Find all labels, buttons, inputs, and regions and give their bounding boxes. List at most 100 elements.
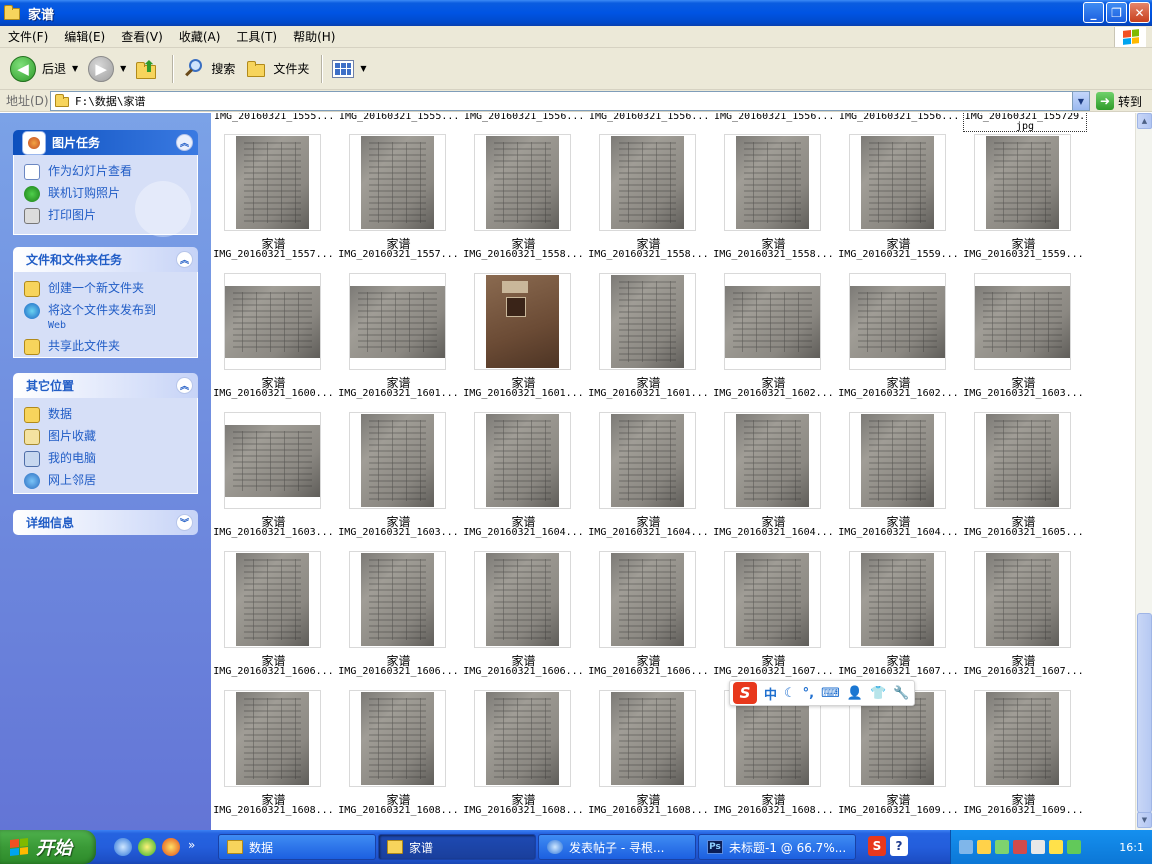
ime-toolbar[interactable]: S 中 ☾ °, ⌨ 👤 👕 🔧 <box>729 680 915 706</box>
picture-tasks-header[interactable]: 图片任务 ︽ <box>13 130 198 155</box>
menu-tools[interactable]: 工具(T) <box>228 28 285 45</box>
image-thumbnail[interactable]: 家谱 IMG_20160321_1608... <box>211 690 336 829</box>
image-thumbnail[interactable]: 家谱 IMG_20160321_1606... <box>211 551 336 690</box>
taskbar-button-photoshop[interactable]: Ps 未标题-1 @ 66.7%... <box>698 834 856 860</box>
ime-mode[interactable]: 中 <box>764 684 777 703</box>
image-thumbnail[interactable]: 家谱 IMG_20160321_1608... <box>586 690 711 829</box>
menu-view[interactable]: 查看(V) <box>113 28 171 45</box>
collapse-icon[interactable]: ︽ <box>176 134 193 151</box>
taskbar-button-browser[interactable]: 发表帖子 - 寻根... <box>538 834 696 860</box>
image-thumbnail[interactable]: 家谱 IMG_20160321_1604... <box>461 412 586 551</box>
image-thumbnail[interactable]: 家谱 IMG_20160321_1559... <box>961 134 1086 273</box>
up-button[interactable]: ⬆ <box>132 52 164 86</box>
image-thumbnail[interactable]: 家谱 IMG_20160321_1604... <box>586 412 711 551</box>
place-my-computer[interactable]: 我的电脑 <box>24 451 187 467</box>
user-icon[interactable]: 👤 <box>847 686 863 701</box>
task-slideshow[interactable]: 作为幻灯片查看 <box>24 164 187 180</box>
image-thumbnail[interactable]: 家谱 IMG_20160321_1605... <box>961 412 1086 551</box>
image-thumbnail[interactable]: 家谱 IMG_20160321_1557... <box>336 134 461 273</box>
views-dropdown-icon[interactable]: ▼ <box>360 64 366 73</box>
tray-icon[interactable] <box>959 840 973 854</box>
image-thumbnail[interactable]: 家谱 IMG_20160321_1602... <box>836 273 961 412</box>
image-thumbnail[interactable]: 家谱 IMG_20160321_1557... <box>211 134 336 273</box>
task-publish-web[interactable]: 将这个文件夹发布到 Web <box>24 303 187 333</box>
quick-launch-more-icon[interactable]: » <box>188 838 195 856</box>
image-thumbnail[interactable]: 家谱 IMG_20160321_1608... <box>711 690 836 829</box>
file-view[interactable]: IMG_20160321_1555... IMG_20160321_1555...… <box>211 113 1135 830</box>
image-thumbnail[interactable]: 家谱 IMG_20160321_1600... <box>211 273 336 412</box>
selected-file-caption[interactable]: IMG_20160321_155729. jpg <box>963 113 1087 132</box>
file-caption[interactable]: IMG_20160321_1556... <box>839 113 959 122</box>
image-thumbnail[interactable]: 家谱 IMG_20160321_1603... <box>211 412 336 551</box>
task-share-folder[interactable]: 共享此文件夹 <box>24 339 187 355</box>
place-data[interactable]: 数据 <box>24 407 187 423</box>
vertical-scrollbar[interactable]: ▲ ▼ <box>1135 113 1152 830</box>
taskbar-button-data[interactable]: 数据 <box>218 834 376 860</box>
tray-icon[interactable] <box>1067 840 1081 854</box>
file-caption[interactable]: IMG_20160321_1556... <box>714 113 834 122</box>
start-button[interactable]: 开始 <box>0 830 96 864</box>
forward-dropdown-icon[interactable]: ▼ <box>120 64 126 73</box>
views-button[interactable]: ▼ <box>328 52 370 86</box>
image-thumbnail[interactable]: 家谱 IMG_20160321_1601... <box>461 273 586 412</box>
menu-help[interactable]: 帮助(H) <box>285 28 343 45</box>
expand-icon[interactable]: ︾ <box>176 514 193 531</box>
scroll-up-icon[interactable]: ▲ <box>1137 113 1152 129</box>
media-icon[interactable] <box>138 838 156 856</box>
image-thumbnail[interactable]: 家谱 IMG_20160321_1606... <box>461 551 586 690</box>
network-icon[interactable] <box>1031 840 1045 854</box>
tray-icon[interactable] <box>1013 840 1027 854</box>
back-button[interactable]: ◀ 后退 ▼ <box>6 52 82 86</box>
menu-file[interactable]: 文件(F) <box>0 28 56 45</box>
place-my-pictures[interactable]: 图片收藏 <box>24 429 187 445</box>
image-thumbnail[interactable]: 家谱 IMG_20160321_1607... <box>711 551 836 690</box>
menu-edit[interactable]: 编辑(E) <box>56 28 113 45</box>
image-thumbnail[interactable]: 家谱 IMG_20160321_1604... <box>711 412 836 551</box>
back-dropdown-icon[interactable]: ▼ <box>72 64 78 73</box>
forward-button[interactable]: ▶ ▼ <box>84 52 130 86</box>
scroll-down-icon[interactable]: ▼ <box>1137 812 1152 828</box>
qq-icon[interactable] <box>162 838 180 856</box>
image-thumbnail[interactable]: 家谱 IMG_20160321_1609... <box>836 690 961 829</box>
image-thumbnail[interactable]: 家谱 IMG_20160321_1603... <box>961 273 1086 412</box>
file-caption[interactable]: IMG_20160321_1556... <box>589 113 709 122</box>
image-thumbnail[interactable]: 家谱 IMG_20160321_1601... <box>586 273 711 412</box>
image-thumbnail[interactable]: 家谱 IMG_20160321_1602... <box>711 273 836 412</box>
taskbar-button-genealogy[interactable]: 家谱 <box>378 834 536 860</box>
address-dropdown-icon[interactable]: ▼ <box>1072 92 1089 110</box>
minimize-button[interactable]: _ <box>1083 2 1104 23</box>
address-input[interactable]: F:\数据\家谱 ▼ <box>50 91 1090 111</box>
other-places-header[interactable]: 其它位置 ︽ <box>13 373 198 398</box>
maximize-button[interactable]: ❐ <box>1106 2 1127 23</box>
close-button[interactable]: ✕ <box>1129 2 1150 23</box>
wrench-icon[interactable]: 🔧 <box>893 686 909 701</box>
file-caption[interactable]: IMG_20160321_1556... <box>464 113 584 122</box>
place-network[interactable]: 网上邻居 <box>24 473 187 489</box>
task-new-folder[interactable]: 创建一个新文件夹 <box>24 281 187 297</box>
keyboard-icon[interactable]: ⌨ <box>821 686 840 701</box>
file-tasks-header[interactable]: 文件和文件夹任务 ︽ <box>13 247 198 272</box>
file-caption[interactable]: IMG_20160321_1555... <box>214 113 334 122</box>
security-icon[interactable] <box>1049 840 1063 854</box>
signal-icon[interactable] <box>995 840 1009 854</box>
folders-button[interactable]: 文件夹 <box>241 52 313 86</box>
scrollbar-thumb[interactable] <box>1137 613 1152 813</box>
skin-shirt-icon[interactable]: 👕 <box>870 686 886 701</box>
help-icon[interactable]: ? <box>890 836 908 856</box>
go-button[interactable]: ➜ 转到 <box>1096 91 1142 111</box>
image-thumbnail[interactable]: 家谱 IMG_20160321_1558... <box>461 134 586 273</box>
details-header[interactable]: 详细信息 ︾ <box>13 510 198 535</box>
moon-icon[interactable]: ☾ <box>784 686 796 701</box>
search-button[interactable]: 搜索 <box>179 52 239 86</box>
menu-favorites[interactable]: 收藏(A) <box>171 28 229 45</box>
image-thumbnail[interactable]: 家谱 IMG_20160321_1608... <box>336 690 461 829</box>
image-thumbnail[interactable]: 家谱 IMG_20160321_1604... <box>836 412 961 551</box>
image-thumbnail[interactable]: 家谱 IMG_20160321_1601... <box>336 273 461 412</box>
image-thumbnail[interactable]: 家谱 IMG_20160321_1558... <box>586 134 711 273</box>
image-thumbnail[interactable]: 家谱 IMG_20160321_1606... <box>586 551 711 690</box>
image-thumbnail[interactable]: 家谱 IMG_20160321_1559... <box>836 134 961 273</box>
image-thumbnail[interactable]: 家谱 IMG_20160321_1607... <box>961 551 1086 690</box>
image-thumbnail[interactable]: 家谱 IMG_20160321_1558... <box>711 134 836 273</box>
image-thumbnail[interactable]: 家谱 IMG_20160321_1609... <box>961 690 1086 829</box>
browser-icon[interactable] <box>114 838 132 856</box>
